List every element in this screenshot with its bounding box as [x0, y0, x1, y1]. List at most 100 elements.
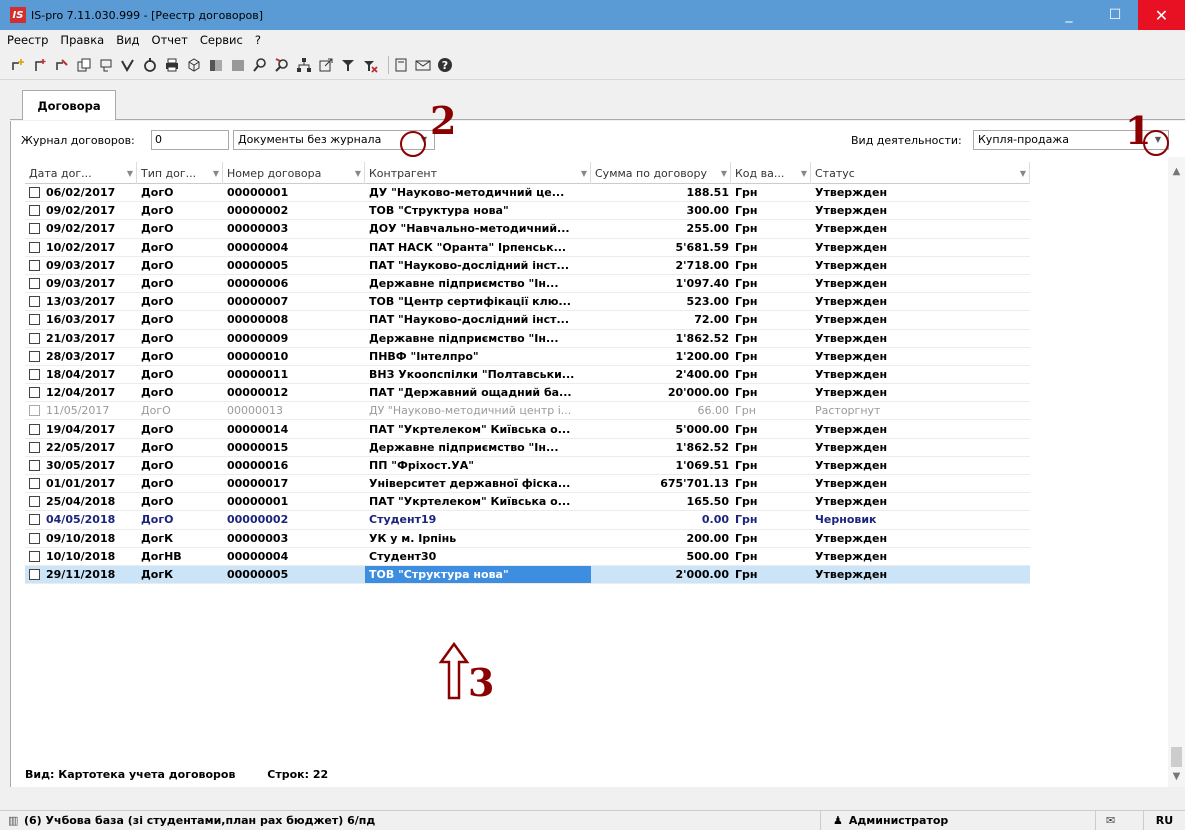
table-row[interactable]: 22/05/2017 ДогО 00000015 Державне підприємс…: [25, 439, 1030, 457]
cell-counterparty[interactable]: ПНВФ "Інтелпро": [365, 348, 591, 365]
cell-currency[interactable]: Грн: [731, 420, 811, 437]
cell-type[interactable]: ДогО: [137, 402, 223, 419]
cell-type[interactable]: ДогО: [137, 293, 223, 310]
cell-date[interactable]: 18/04/2017: [25, 366, 137, 383]
row-checkbox[interactable]: [29, 332, 40, 344]
cell-number[interactable]: 00000011: [223, 366, 365, 383]
column-header-date[interactable]: Дата дог... ▼: [25, 162, 137, 184]
cell-date[interactable]: 11/05/2017: [25, 402, 137, 419]
cell-counterparty[interactable]: ДУ "Науково-методичний центр і...: [365, 402, 591, 419]
column-header-sum[interactable]: Сумма по договору ▼: [591, 162, 731, 184]
row-checkbox[interactable]: [29, 496, 40, 508]
row-checkbox[interactable]: [29, 296, 40, 308]
minimize-button[interactable]: _: [1046, 0, 1092, 30]
scroll-down-icon[interactable]: ▼: [1168, 768, 1185, 785]
print-icon[interactable]: [164, 57, 180, 73]
cell-currency[interactable]: Грн: [731, 275, 811, 292]
cell-counterparty[interactable]: ПАТ НАСК "Оранта" Ірпенськ...: [365, 239, 591, 256]
cell-sum[interactable]: 1'097.40: [591, 275, 731, 292]
mail-status-icon[interactable]: ✉: [1095, 810, 1143, 830]
cell-status[interactable]: Черновик: [811, 511, 1030, 528]
menu-registry[interactable]: Реестр: [7, 33, 48, 47]
find-icon[interactable]: [252, 57, 268, 73]
cell-sum[interactable]: 2'000.00: [591, 566, 731, 583]
panel-gray-icon[interactable]: [230, 57, 246, 73]
cell-date[interactable]: 12/04/2017: [25, 384, 137, 401]
cell-type[interactable]: ДогНВ: [137, 548, 223, 565]
menu-service[interactable]: Сервис: [200, 33, 243, 47]
cell-status[interactable]: Утвержден: [811, 493, 1030, 510]
cell-currency[interactable]: Грн: [731, 566, 811, 583]
cell-status[interactable]: Расторгнут: [811, 402, 1030, 419]
refresh-icon[interactable]: [142, 57, 158, 73]
row-checkbox[interactable]: [29, 550, 40, 562]
cell-status[interactable]: Утвержден: [811, 420, 1030, 437]
cell-date[interactable]: 04/05/2018: [25, 511, 137, 528]
filter-arrow-icon[interactable]: ▼: [213, 169, 219, 178]
table-row[interactable]: 09/02/2017 ДогО 00000002 ТОВ "Структура нов…: [25, 202, 1030, 221]
cell-counterparty[interactable]: Державне підприємство "Ін...: [365, 275, 591, 292]
cell-sum[interactable]: 72.00: [591, 311, 731, 328]
cell-counterparty[interactable]: ПАТ "Державний ощадний ба...: [365, 384, 591, 401]
close-button[interactable]: ✕: [1138, 0, 1185, 30]
cell-status[interactable]: Утвержден: [811, 239, 1030, 256]
row-checkbox[interactable]: [29, 423, 40, 435]
row-checkbox[interactable]: [29, 387, 40, 399]
column-header-number[interactable]: Номер договора ▼: [223, 162, 365, 184]
cell-number[interactable]: 00000007: [223, 293, 365, 310]
cell-type[interactable]: ДогО: [137, 311, 223, 328]
cell-sum[interactable]: 165.50: [591, 493, 731, 510]
cell-date[interactable]: 09/02/2017: [25, 220, 137, 237]
cell-number[interactable]: 00000009: [223, 330, 365, 347]
cell-currency[interactable]: Грн: [731, 220, 811, 237]
cell-currency[interactable]: Грн: [731, 330, 811, 347]
table-row[interactable]: 13/03/2017 ДогО 00000007 ТОВ "Центр сертифі…: [25, 293, 1030, 312]
cell-type[interactable]: ДогО: [137, 257, 223, 274]
column-header-type[interactable]: Тип дог... ▼: [137, 162, 223, 184]
menu-help[interactable]: ?: [255, 33, 261, 47]
cell-counterparty[interactable]: УК у м. Ірпінь: [365, 530, 591, 547]
menu-report[interactable]: Отчет: [152, 33, 188, 47]
cell-currency[interactable]: Грн: [731, 293, 811, 310]
row-checkbox[interactable]: [29, 187, 40, 199]
cell-status[interactable]: Утвержден: [811, 548, 1030, 565]
package-icon[interactable]: [186, 57, 202, 73]
cell-status[interactable]: Утвержден: [811, 530, 1030, 547]
cell-type[interactable]: ДогО: [137, 457, 223, 474]
table-row[interactable]: 09/02/2017 ДогО 00000003 ДОУ "Навчально-мет…: [25, 220, 1030, 239]
table-row[interactable]: 19/04/2017 ДогО 00000014 ПАТ "Укртелеком" К…: [25, 420, 1030, 439]
cell-status[interactable]: Утвержден: [811, 220, 1030, 237]
cell-currency[interactable]: Грн: [731, 348, 811, 365]
row-checkbox[interactable]: [29, 459, 40, 471]
cell-number[interactable]: 00000004: [223, 548, 365, 565]
cell-sum[interactable]: 5'000.00: [591, 420, 731, 437]
cell-status[interactable]: Утвержден: [811, 457, 1030, 474]
cell-sum[interactable]: 2'400.00: [591, 366, 731, 383]
row-checkbox[interactable]: [29, 350, 40, 362]
table-row[interactable]: 09/03/2017 ДогО 00000005 ПАТ "Науково-дослі…: [25, 257, 1030, 275]
cell-currency[interactable]: Грн: [731, 530, 811, 547]
cell-type[interactable]: ДогО: [137, 511, 223, 528]
cell-date[interactable]: 09/03/2017: [25, 275, 137, 292]
table-row[interactable]: 29/11/2018 ДогК 00000005 ТОВ "Структура нов…: [25, 565, 1030, 585]
cell-number[interactable]: 00000010: [223, 348, 365, 365]
cell-type[interactable]: ДогО: [137, 348, 223, 365]
cell-date[interactable]: 30/05/2017: [25, 457, 137, 474]
cell-number[interactable]: 00000015: [223, 439, 365, 456]
cell-status[interactable]: Утвержден: [811, 184, 1030, 201]
cell-type[interactable]: ДогО: [137, 420, 223, 437]
cell-counterparty[interactable]: ПП "Фріхост.УА": [365, 457, 591, 474]
cell-currency[interactable]: Грн: [731, 202, 811, 219]
cell-status[interactable]: Утвержден: [811, 311, 1030, 328]
cell-status[interactable]: Утвержден: [811, 202, 1030, 219]
row-checkbox[interactable]: [29, 278, 40, 290]
table-row[interactable]: 21/03/2017 ДогО 00000009 Державне підприємс…: [25, 330, 1030, 348]
cell-date[interactable]: 10/10/2018: [25, 548, 137, 565]
cell-number[interactable]: 00000002: [223, 202, 365, 219]
language-indicator[interactable]: RU: [1143, 810, 1185, 830]
table-row[interactable]: 11/05/2017 ДогО 00000013 ДУ "Науково-методи…: [25, 402, 1030, 421]
cell-type[interactable]: ДогО: [137, 220, 223, 237]
mail-icon[interactable]: [415, 57, 431, 73]
cell-date[interactable]: 19/04/2017: [25, 420, 137, 437]
cell-number[interactable]: 00000016: [223, 457, 365, 474]
